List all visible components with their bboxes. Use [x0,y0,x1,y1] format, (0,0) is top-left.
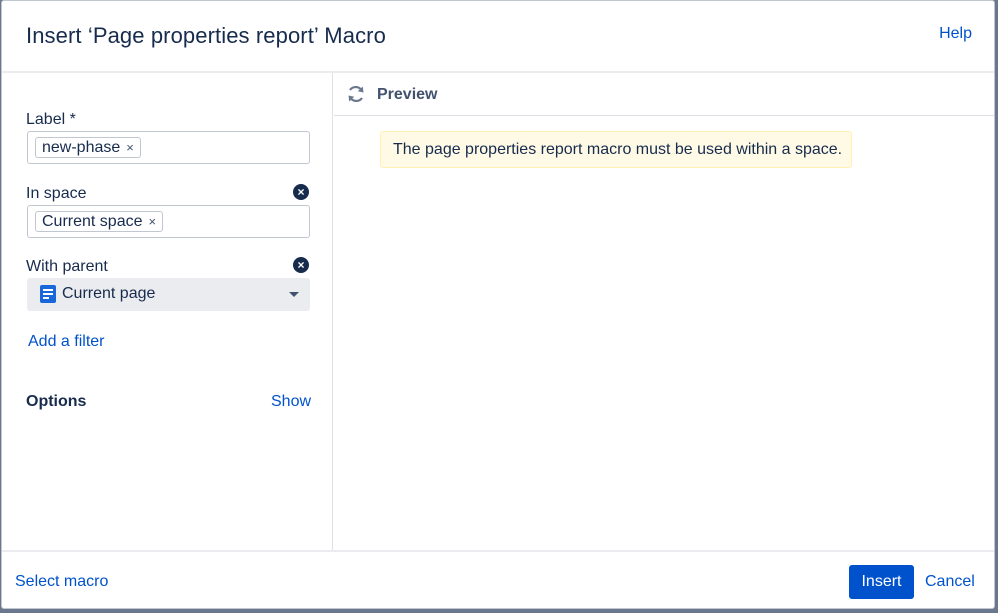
preview-title: Preview [377,86,438,103]
label-tag: new-phase × [35,137,141,158]
label-field-label: Label * [26,111,76,128]
preview-warning-message: The page properties report macro must be… [380,131,852,168]
label-input[interactable]: new-phase × [27,131,310,164]
page-icon [40,285,56,303]
label-tag-text: new-phase [42,139,121,156]
select-macro-link[interactable]: Select macro [15,573,108,591]
options-heading: Options [26,393,87,410]
refresh-icon[interactable] [346,84,366,104]
space-field-label: In space [26,185,87,202]
chevron-down-icon [289,292,299,297]
dialog-header: Insert ‘Page properties report’ Macro He… [2,1,994,73]
insert-button[interactable]: Insert [849,565,914,599]
remove-tag-icon[interactable]: × [149,212,157,231]
parent-select-value: Current page [62,285,156,302]
space-input[interactable]: Current space × [27,205,310,238]
insert-macro-dialog: Insert ‘Page properties report’ Macro He… [1,0,995,609]
help-link[interactable]: Help [939,25,972,43]
clear-space-icon[interactable]: × [293,184,309,200]
add-filter-link[interactable]: Add a filter [28,333,104,351]
space-tag-text: Current space [42,213,143,230]
show-options-link[interactable]: Show [271,393,311,411]
dialog-footer: Select macro Insert Cancel [2,550,994,608]
parent-field-label: With parent [26,258,108,275]
preview-header: Preview [334,73,994,116]
cancel-link[interactable]: Cancel [925,573,975,591]
macro-parameters-panel: Label * new-phase × In space × Current s… [2,73,333,550]
dialog-title: Insert ‘Page properties report’ Macro [26,23,386,48]
clear-parent-icon[interactable]: × [293,257,309,273]
space-tag: Current space × [35,211,164,232]
parent-select[interactable]: Current page [27,278,310,311]
remove-tag-icon[interactable]: × [126,138,134,157]
